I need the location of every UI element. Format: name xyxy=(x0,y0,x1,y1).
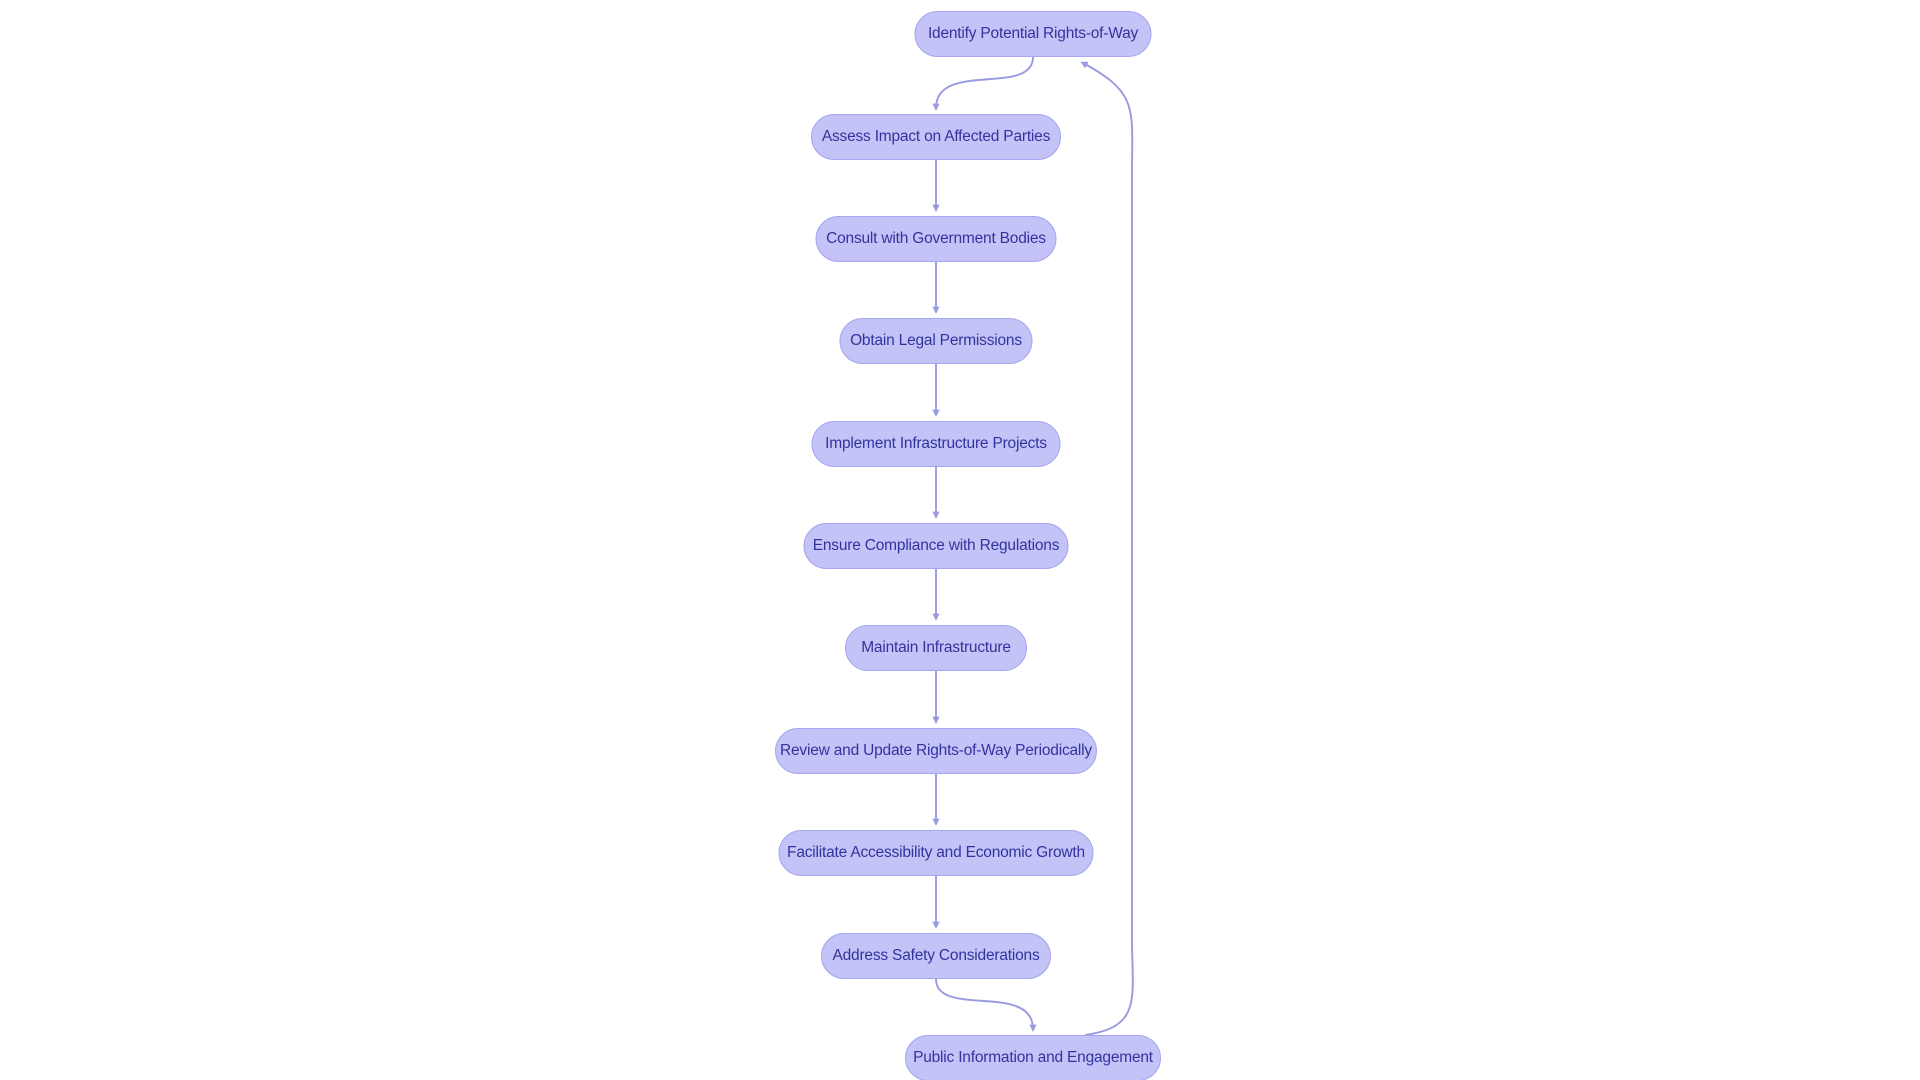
flowchart-node-label: Maintain Infrastructure xyxy=(861,639,1011,657)
flowchart-node-label: Obtain Legal Permissions xyxy=(850,332,1022,350)
flowchart-node-label: Consult with Government Bodies xyxy=(826,230,1046,248)
flowchart-node-n1[interactable]: Identify Potential Rights-of-Way xyxy=(914,11,1152,57)
flowchart-node-n8[interactable]: Review and Update Rights-of-Way Periodic… xyxy=(775,728,1097,774)
flowchart-node-label: Implement Infrastructure Projects xyxy=(825,435,1047,453)
flowchart-node-label: Assess Impact on Affected Parties xyxy=(821,128,1051,146)
flowchart-node-label: Public Information and Engagement xyxy=(913,1049,1153,1067)
flowchart-node-n11[interactable]: Public Information and Engagement xyxy=(905,1035,1161,1080)
flowchart-node-label: Identify Potential Rights-of-Way xyxy=(927,25,1139,43)
flowchart-node-n7[interactable]: Maintain Infrastructure xyxy=(845,625,1027,671)
flowchart-node-label: Ensure Compliance with Regulations xyxy=(812,537,1060,555)
flowchart-node-label: Address Safety Considerations xyxy=(832,947,1040,965)
flowchart-node-label: Review and Update Rights-of-Way Periodic… xyxy=(780,742,1092,760)
flowchart-node-n9[interactable]: Facilitate Accessibility and Economic Gr… xyxy=(778,830,1094,876)
flowchart-node-n5[interactable]: Implement Infrastructure Projects xyxy=(811,421,1061,467)
flowchart-node-n10[interactable]: Address Safety Considerations xyxy=(821,933,1051,979)
flowchart-node-label: Facilitate Accessibility and Economic Gr… xyxy=(787,844,1085,862)
flowchart-edge-n11-to-n1 xyxy=(1080,61,1134,1036)
flowchart-node-n6[interactable]: Ensure Compliance with Regulations xyxy=(803,523,1069,569)
flowchart-node-n4[interactable]: Obtain Legal Permissions xyxy=(839,318,1033,364)
flowchart-edge-n10-to-n11 xyxy=(935,978,1037,1032)
flowchart-edge-n1-to-n2 xyxy=(932,56,1034,111)
flowchart-canvas: Identify Potential Rights-of-Way Assess I… xyxy=(0,0,1920,1080)
flowchart-node-n3[interactable]: Consult with Government Bodies xyxy=(815,216,1057,262)
flowchart-node-n2[interactable]: Assess Impact on Affected Parties xyxy=(811,114,1061,160)
